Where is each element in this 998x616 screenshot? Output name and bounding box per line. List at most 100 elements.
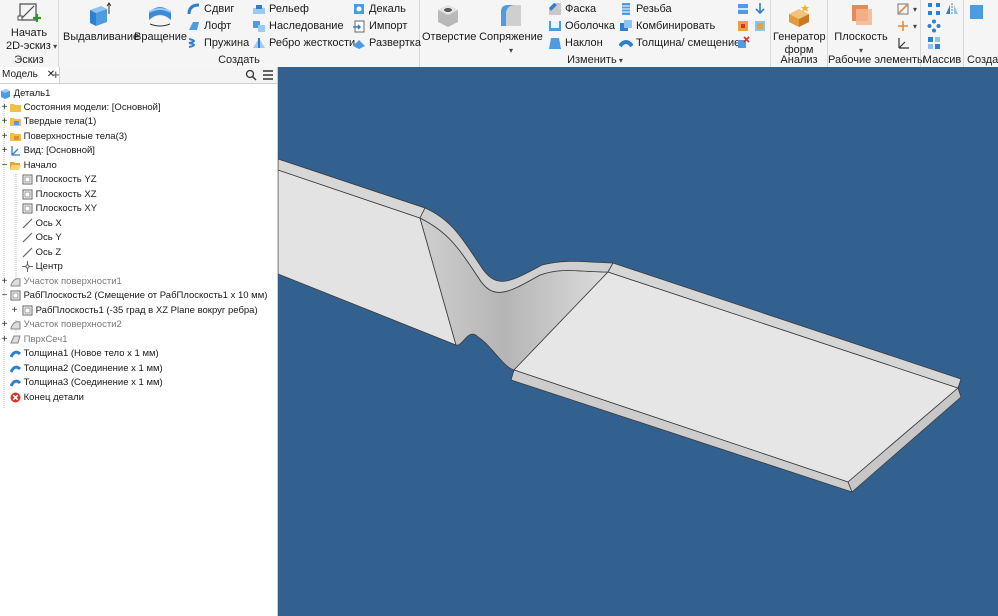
sketch-driven-pattern-icon bbox=[928, 37, 940, 50]
work-point-button[interactable]: ▾ bbox=[896, 18, 917, 34]
graphics-viewport[interactable] bbox=[278, 67, 998, 616]
tree-item-thicken-2[interactable]: Толщина2 (Соединение x 1 мм) bbox=[9, 362, 163, 376]
import-button[interactable]: Импорт bbox=[352, 18, 407, 34]
tree-item-plane-yz[interactable]: Плоскость YZ bbox=[22, 173, 97, 187]
panel-sketch: Начать 2D-эскиз ▾ Эскиз bbox=[0, 0, 59, 67]
collapse-icon[interactable]: − bbox=[0, 159, 9, 173]
emboss-button[interactable]: Рельеф bbox=[252, 1, 309, 17]
sketch-pattern-button[interactable] bbox=[927, 35, 944, 51]
hole-icon bbox=[438, 5, 458, 27]
expand-icon[interactable]: + bbox=[0, 101, 9, 115]
tree-item-loft-surface[interactable]: ПврхСеч1 bbox=[10, 333, 68, 347]
tree-item-label: Участок поверхности1 bbox=[23, 276, 122, 287]
unwrap-button[interactable]: Развертка bbox=[352, 35, 421, 51]
tree-item-label: Ось Z bbox=[35, 247, 62, 258]
search-icon[interactable] bbox=[245, 69, 257, 81]
tree-item-thicken-3[interactable]: Толщина3 (Соединение x 1 мм) bbox=[9, 376, 163, 390]
tree-item-axis-y[interactable]: Ось Y bbox=[22, 231, 62, 245]
tree-item-plane-xz[interactable]: Плоскость XZ bbox=[22, 188, 97, 202]
tree-item-surface-bodies[interactable]: Поверхностные тела(3) bbox=[10, 130, 127, 144]
thread-button[interactable]: Резьба bbox=[619, 1, 672, 17]
rect-pattern-button[interactable] bbox=[927, 1, 944, 17]
expand-icon[interactable]: + bbox=[0, 333, 9, 347]
loft-button[interactable]: Лофт bbox=[187, 18, 231, 34]
tree-item-center-point[interactable]: Центр bbox=[22, 260, 63, 274]
dropdown-caret-icon[interactable]: ▾ bbox=[51, 42, 57, 51]
collapse-icon[interactable]: − bbox=[0, 289, 9, 303]
tree-item-origin[interactable]: Начало bbox=[10, 159, 57, 173]
thread-icon bbox=[622, 3, 630, 16]
direct-edit-icon bbox=[755, 3, 765, 15]
tree-item-plane-xy[interactable]: Плоскость XY bbox=[22, 202, 97, 216]
work-axis-caret-icon[interactable]: ▾ bbox=[913, 5, 917, 14]
coil-button[interactable]: Пружина bbox=[187, 35, 249, 51]
tree-item-solid-bodies[interactable]: Твердые тела(1) bbox=[10, 115, 96, 129]
shell-label: Оболочка bbox=[565, 20, 616, 32]
combine-button[interactable]: Комбинировать bbox=[619, 18, 715, 34]
panel-modify: Отверстие Сопряжение ▾ Фаска Оболочка Нак… bbox=[420, 0, 771, 67]
tree-item-axis-x[interactable]: Ось X bbox=[22, 217, 62, 231]
panel-modify-label[interactable]: Изменить ▾ bbox=[420, 54, 770, 66]
modify-extra-2-button[interactable] bbox=[736, 18, 753, 34]
tree-item-part[interactable]: Деталь1 bbox=[0, 87, 50, 101]
tree-item-thicken-1[interactable]: Толщина1 (Новое тело x 1 мм) bbox=[9, 347, 159, 361]
tree-item-label: Толщина2 (Соединение x 1 мм) bbox=[23, 363, 163, 374]
thicken-label: Толщина/ смещение bbox=[636, 37, 741, 49]
menu-icon[interactable] bbox=[262, 70, 274, 80]
tree-item-view[interactable]: Вид: [Основной] bbox=[10, 144, 95, 158]
hole-button[interactable]: Отверстие bbox=[422, 2, 476, 44]
shell-button[interactable]: Оболочка bbox=[548, 18, 615, 34]
tree-item-work-plane-2[interactable]: РабПлоскость2 (Смещение от РабПлоскость1… bbox=[10, 289, 267, 303]
panel-create-freeform-label: Создан bbox=[967, 54, 998, 66]
modify-extra-4-button[interactable] bbox=[754, 1, 769, 17]
tree-item-boundary-patch-2[interactable]: Участок поверхности2 bbox=[10, 318, 122, 332]
fillet-button[interactable]: Сопряжение ▾ bbox=[478, 2, 544, 57]
boundary-patch-icon bbox=[10, 321, 21, 330]
expand-icon[interactable]: + bbox=[10, 304, 19, 318]
work-plane-icon bbox=[22, 203, 33, 214]
tree-item-axis-z[interactable]: Ось Z bbox=[22, 246, 61, 260]
freeform-button[interactable] bbox=[968, 1, 987, 19]
expand-icon[interactable]: + bbox=[0, 130, 9, 144]
decal-button[interactable]: Декаль bbox=[352, 1, 406, 17]
expand-icon[interactable]: + bbox=[0, 144, 9, 158]
modify-extra-1-button[interactable] bbox=[736, 1, 753, 17]
mirror-button[interactable] bbox=[945, 1, 962, 17]
start-2d-sketch-button[interactable]: Начать 2D-эскиз ▾ bbox=[6, 2, 57, 53]
shape-generator-button[interactable]: Генератор форм bbox=[773, 2, 826, 57]
modify-extra-5-button[interactable] bbox=[754, 18, 769, 34]
work-axis-button[interactable]: ▾ bbox=[896, 1, 917, 17]
tree-item-end-of-part[interactable]: Конец детали bbox=[10, 391, 84, 405]
part-model[interactable] bbox=[278, 67, 998, 616]
expand-icon[interactable]: + bbox=[0, 115, 9, 129]
circular-pattern-button[interactable] bbox=[927, 18, 944, 34]
revolve-button[interactable]: Вращение bbox=[134, 2, 187, 44]
derive-label: Наследование bbox=[269, 20, 344, 32]
panel-work-features-label: Рабочие элементы bbox=[828, 54, 925, 66]
tree-item-work-plane-1[interactable]: РабПлоскость1 (-35 град в XZ Plane вокру… bbox=[22, 304, 258, 318]
expand-icon[interactable]: + bbox=[0, 318, 9, 332]
unwrap-icon bbox=[353, 40, 365, 50]
sweep-button[interactable]: Сдвиг bbox=[187, 1, 234, 17]
extrude-button[interactable]: Выдавливание bbox=[63, 2, 139, 44]
tree-item-boundary-patch-1[interactable]: Участок поверхности1 bbox=[10, 275, 122, 289]
folder-icon bbox=[10, 103, 21, 112]
derive-button[interactable]: Наследование bbox=[252, 18, 344, 34]
boundary-patch-icon bbox=[10, 278, 21, 287]
tree-item-label: Конец детали bbox=[23, 392, 84, 403]
ucs-button[interactable] bbox=[896, 35, 913, 51]
panel-modify-caret-icon[interactable]: ▾ bbox=[617, 56, 623, 65]
plane-button[interactable]: Плоскость ▾ bbox=[830, 2, 892, 57]
end-of-part-icon bbox=[10, 392, 21, 403]
tree-item-label: Плоскость XY bbox=[35, 203, 98, 214]
expand-icon[interactable]: + bbox=[0, 275, 9, 289]
modify-extra-3-button[interactable] bbox=[736, 35, 753, 51]
work-point-caret-icon[interactable]: ▾ bbox=[913, 22, 917, 31]
chamfer-button[interactable]: Фаска bbox=[548, 1, 596, 17]
add-tab-icon[interactable]: + bbox=[52, 67, 60, 83]
draft-button[interactable]: Наклон bbox=[548, 35, 603, 51]
thicken-button[interactable]: Толщина/ смещение bbox=[618, 35, 741, 51]
rib-button[interactable]: Ребро жесткости bbox=[252, 35, 355, 51]
tree-item-model-states[interactable]: Состояния модели: [Основной] bbox=[10, 101, 161, 115]
tree-item-label: Центр bbox=[35, 261, 63, 272]
